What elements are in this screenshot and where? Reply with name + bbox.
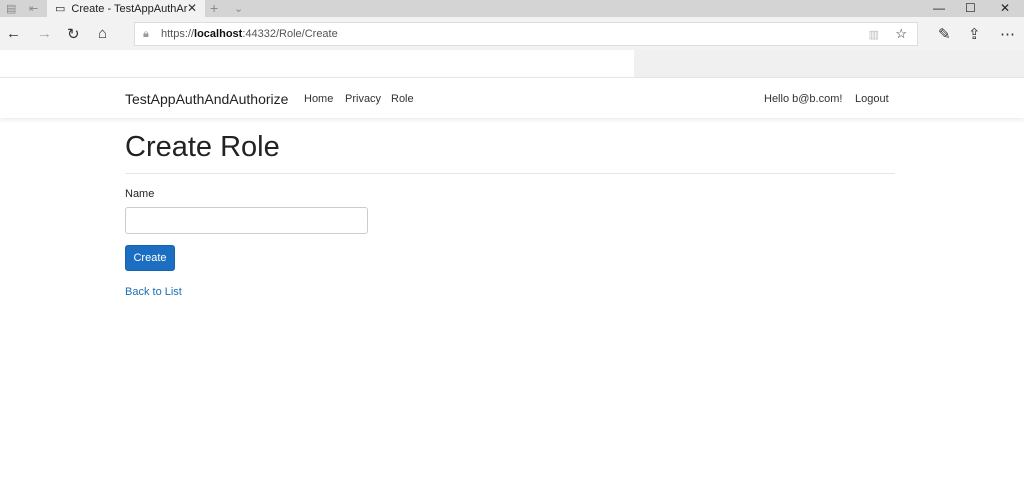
page-icon: ▭	[55, 3, 66, 15]
home-icon[interactable]: ⌂	[98, 25, 107, 42]
nav-home[interactable]: Home	[304, 93, 333, 105]
close-tab-icon[interactable]: ✕	[187, 1, 197, 15]
pen-icon[interactable]: ✎	[938, 25, 951, 43]
new-tab-icon[interactable]: +	[210, 0, 218, 16]
minimize-icon[interactable]: —	[933, 1, 945, 15]
browser-toolbar: ← → ↻ ⌂ 🔒︎ https://localhost:44332/Role/…	[0, 17, 1024, 50]
favorite-star-icon[interactable]: ☆	[895, 26, 907, 42]
tab-bar: ▤ ⇤ ▭ Create - TestAppAuthAr ✕ + ⌄ — ☐ ✕	[0, 0, 1024, 17]
brand-link[interactable]: TestAppAuthAndAuthorize	[125, 91, 288, 107]
name-input[interactable]	[125, 207, 368, 234]
back-icon[interactable]: ←	[6, 25, 21, 42]
set-aside-tabs-icon[interactable]: ⇤	[29, 2, 38, 15]
lock-icon: 🔒︎	[143, 27, 149, 40]
reading-view-icon[interactable]: ▥	[869, 28, 879, 41]
name-label: Name	[125, 188, 155, 200]
url-host: localhost	[194, 28, 243, 40]
content-strip	[0, 50, 1024, 77]
refresh-icon[interactable]: ↻	[67, 25, 80, 43]
user-greeting[interactable]: Hello b@b.com!	[764, 93, 842, 105]
chevron-down-icon[interactable]: ⌄	[234, 2, 243, 15]
maximize-icon[interactable]: ☐	[965, 1, 976, 15]
url-prefix: https://	[161, 28, 195, 40]
nav-role[interactable]: Role	[391, 93, 414, 105]
nav-privacy[interactable]: Privacy	[345, 93, 381, 105]
address-bar[interactable]: 🔒︎ https://localhost:44332/Role/Create ▥…	[134, 22, 918, 46]
tab-preview-icon[interactable]: ▤	[6, 2, 16, 15]
more-icon[interactable]: ⋯	[1000, 25, 1015, 43]
page-title: Create Role	[125, 131, 280, 163]
browser-tab[interactable]: ▭ Create - TestAppAuthAr ✕	[47, 0, 205, 17]
site-navbar: TestAppAuthAndAuthorize Home Privacy Rol…	[0, 77, 1024, 118]
share-icon[interactable]: ⇪	[968, 25, 981, 43]
forward-icon[interactable]: →	[37, 25, 52, 42]
tab-title: Create - TestAppAuthAr	[71, 2, 188, 15]
create-button[interactable]: Create	[125, 245, 175, 271]
url-path: :44332/Role/Create	[242, 28, 338, 40]
back-to-list-link[interactable]: Back to List	[125, 286, 182, 298]
close-window-icon[interactable]: ✕	[1000, 1, 1010, 15]
logout-link[interactable]: Logout	[855, 93, 889, 105]
divider	[125, 173, 895, 174]
